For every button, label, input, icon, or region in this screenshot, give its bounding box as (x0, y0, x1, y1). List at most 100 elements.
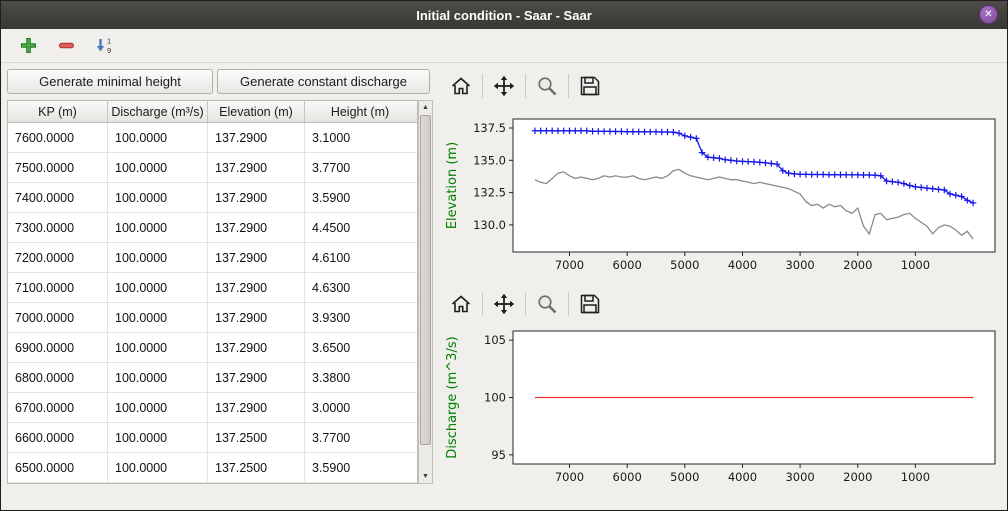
table-cell[interactable]: 100.0000 (108, 123, 208, 152)
save-button[interactable] (574, 289, 606, 319)
table-row[interactable]: 6800.0000100.0000137.29003.3800 (8, 363, 417, 393)
scrollbar-up-arrow[interactable]: ▲ (419, 101, 432, 114)
scrollbar-down-arrow[interactable]: ▼ (419, 470, 432, 483)
main-toolbar: 1 9 (1, 29, 1007, 63)
minus-icon (58, 37, 75, 54)
remove-row-button[interactable] (53, 33, 79, 59)
table-cell[interactable]: 7000.0000 (8, 303, 108, 332)
table-cell[interactable]: 100.0000 (108, 453, 208, 482)
table-cell[interactable]: 137.2900 (208, 303, 305, 332)
add-row-button[interactable] (15, 33, 41, 59)
table-cell[interactable]: 137.2900 (208, 273, 305, 302)
table-cell[interactable]: 7200.0000 (8, 243, 108, 272)
window-title: Initial condition - Saar - Saar (416, 8, 592, 23)
home-button[interactable] (445, 71, 477, 101)
table-cell[interactable]: 3.6500 (305, 333, 415, 362)
sort-nine-label: 9 (107, 46, 111, 55)
table-cell[interactable]: 3.5900 (305, 453, 415, 482)
svg-text:100: 100 (484, 391, 506, 405)
table-row[interactable]: 7300.0000100.0000137.29004.4500 (8, 213, 417, 243)
table-cell[interactable]: 3.7700 (305, 423, 415, 452)
table-row[interactable]: 7000.0000100.0000137.29003.9300 (8, 303, 417, 333)
table-row[interactable]: 7500.0000100.0000137.29003.7700 (8, 153, 417, 183)
table-cell[interactable]: 137.2900 (208, 123, 305, 152)
table-cell[interactable]: 137.2900 (208, 153, 305, 182)
svg-text:1000: 1000 (901, 258, 930, 272)
zoom-button[interactable] (531, 289, 563, 319)
table-cell[interactable]: 137.2900 (208, 333, 305, 362)
table-cell[interactable]: 3.7700 (305, 153, 415, 182)
table-cell[interactable]: 7500.0000 (8, 153, 108, 182)
table-cell[interactable]: 6700.0000 (8, 393, 108, 422)
svg-text:95: 95 (491, 448, 506, 462)
sort-rows-button[interactable]: 1 9 (91, 33, 117, 59)
table-cell[interactable]: 3.9300 (305, 303, 415, 332)
table-cell[interactable]: 137.2500 (208, 423, 305, 452)
column-header-height[interactable]: Height (m) (305, 101, 415, 122)
column-header-kp[interactable]: KP (m) (8, 101, 108, 122)
table-cell[interactable]: 100.0000 (108, 213, 208, 242)
table-cell[interactable]: 100.0000 (108, 243, 208, 272)
table-cell[interactable]: 6900.0000 (8, 333, 108, 362)
discharge-chart[interactable]: 700060005000400030002000100010510095Disc… (441, 323, 1003, 495)
table-cell[interactable]: 100.0000 (108, 273, 208, 302)
table-cell[interactable]: 3.3800 (305, 363, 415, 392)
titlebar[interactable]: Initial condition - Saar - Saar ✕ (1, 1, 1007, 30)
pan-button[interactable] (488, 71, 520, 101)
close-button[interactable]: ✕ (979, 5, 998, 24)
table-row[interactable]: 7600.0000100.0000137.29003.1000 (8, 123, 417, 153)
table-row[interactable]: 6700.0000100.0000137.29003.0000 (8, 393, 417, 423)
table-row[interactable]: 6600.0000100.0000137.25003.7700 (8, 423, 417, 453)
table-row[interactable]: 6500.0000100.0000137.25003.5900 (8, 453, 417, 483)
table-cell[interactable]: 3.5900 (305, 183, 415, 212)
table-cell[interactable]: 100.0000 (108, 423, 208, 452)
discharge-chart-toolbar (445, 287, 606, 321)
save-button[interactable] (574, 71, 606, 101)
scrollbar-thumb[interactable] (420, 115, 431, 445)
table-cell[interactable]: 4.6100 (305, 243, 415, 272)
table-cell[interactable]: 100.0000 (108, 333, 208, 362)
table-row[interactable]: 7200.0000100.0000137.29004.6100 (8, 243, 417, 273)
window: Initial condition - Saar - Saar ✕ 1 9 Ge… (0, 0, 1008, 511)
table-cell[interactable]: 4.6300 (305, 273, 415, 302)
home-icon (450, 75, 472, 97)
generate-minimal-height-button[interactable]: Generate minimal height (7, 69, 213, 94)
table-cell[interactable]: 6800.0000 (8, 363, 108, 392)
generate-constant-discharge-button[interactable]: Generate constant discharge (217, 69, 430, 94)
column-header-discharge[interactable]: Discharge (m³/s) (108, 101, 208, 122)
table-cell[interactable]: 137.2900 (208, 213, 305, 242)
table-cell[interactable]: 7100.0000 (8, 273, 108, 302)
pan-icon (493, 293, 515, 315)
table-cell[interactable]: 7300.0000 (8, 213, 108, 242)
svg-text:6000: 6000 (613, 258, 642, 272)
table-cell[interactable]: 137.2900 (208, 393, 305, 422)
table-row[interactable]: 7100.0000100.0000137.29004.6300 (8, 273, 417, 303)
elevation-chart[interactable]: 7000600050004000300020001000137.5135.013… (441, 111, 1003, 283)
table-cell[interactable]: 137.2500 (208, 453, 305, 482)
svg-text:105: 105 (484, 333, 506, 347)
table-cell[interactable]: 100.0000 (108, 363, 208, 392)
table-cell[interactable]: 7600.0000 (8, 123, 108, 152)
table-cell[interactable]: 7400.0000 (8, 183, 108, 212)
table-cell[interactable]: 137.2900 (208, 363, 305, 392)
table-cell[interactable]: 6600.0000 (8, 423, 108, 452)
table-cell[interactable]: 100.0000 (108, 393, 208, 422)
table-row[interactable]: 7400.0000100.0000137.29003.5900 (8, 183, 417, 213)
svg-text:130.0: 130.0 (473, 218, 506, 232)
table-cell[interactable]: 100.0000 (108, 183, 208, 212)
table-cell[interactable]: 4.4500 (305, 213, 415, 242)
table-cell[interactable]: 100.0000 (108, 153, 208, 182)
home-button[interactable] (445, 289, 477, 319)
table-cell[interactable]: 137.2900 (208, 243, 305, 272)
table-cell[interactable]: 137.2900 (208, 183, 305, 212)
sort-icon: 1 9 (95, 36, 114, 55)
column-header-elevation[interactable]: Elevation (m) (208, 101, 305, 122)
table-cell[interactable]: 100.0000 (108, 303, 208, 332)
table-cell[interactable]: 6500.0000 (8, 453, 108, 482)
table-scrollbar[interactable]: ▲ ▼ (418, 100, 433, 484)
table-cell[interactable]: 3.0000 (305, 393, 415, 422)
zoom-button[interactable] (531, 71, 563, 101)
pan-button[interactable] (488, 289, 520, 319)
table-row[interactable]: 6900.0000100.0000137.29003.6500 (8, 333, 417, 363)
table-cell[interactable]: 3.1000 (305, 123, 415, 152)
